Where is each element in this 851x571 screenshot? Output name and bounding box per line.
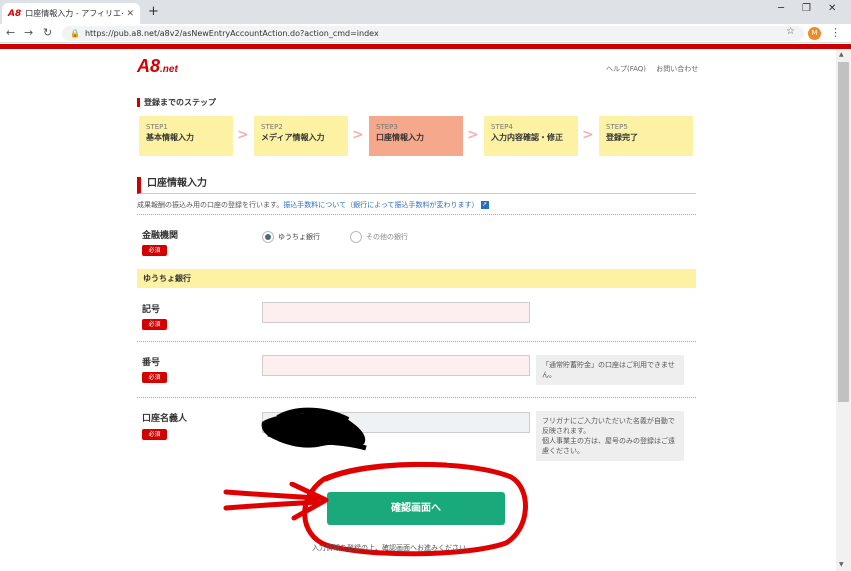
lock-icon: 🔒 (70, 29, 80, 38)
step-number: STEP3 (376, 123, 398, 131)
yucho-band: ゆうちょ銀行 (137, 269, 696, 288)
step-3: STEP3 口座情報入力 (369, 116, 463, 156)
required-badge: 必須 (142, 372, 167, 383)
meigi-label: 口座名義人 (142, 414, 188, 424)
step-label: 口座情報入力 (376, 133, 424, 142)
help-link[interactable]: ヘルプ(FAQ) (606, 65, 646, 73)
forward-icon[interactable]: → (24, 26, 33, 39)
step-arrow-icon: > (467, 127, 479, 143)
required-badge: 必須 (142, 429, 167, 440)
divider (137, 397, 696, 398)
new-tab-button[interactable]: + (148, 4, 159, 19)
step-5: STEP5 登録完了 (599, 116, 693, 156)
step-2: STEP2 メディア情報入力 (254, 116, 348, 156)
radio-other-label: その他の銀行 (366, 233, 408, 241)
section-description: 成果報酬の振込み用の口座の登録を行います。振込手数料について（銀行によって振込手… (137, 200, 489, 210)
url-text: https://pub.a8.net/a8v2/asNewEntryAccoun… (84, 29, 379, 38)
a8-logo[interactable]: A8.net (137, 56, 178, 77)
step-arrow-icon: > (582, 127, 594, 143)
step-arrow-icon: > (237, 127, 249, 143)
minimize-icon[interactable]: ─ (778, 3, 784, 14)
profile-avatar[interactable]: M (808, 27, 821, 40)
restore-icon[interactable]: ❐ (802, 3, 811, 14)
radio-unselected-icon (350, 231, 362, 243)
page-content: A8.net ヘルプ(FAQ) お問い合わせ 登録までのステップ STEP1 基… (0, 49, 836, 571)
external-link-icon[interactable]: ↗ (480, 201, 489, 209)
back-icon[interactable]: ← (6, 26, 15, 39)
divider (137, 214, 696, 215)
bangou-label: 番号 (142, 358, 161, 368)
menu-kebab-icon[interactable]: ⋮ (830, 26, 841, 39)
required-badge: 必須 (142, 319, 167, 330)
logo-main: A8 (137, 56, 161, 76)
bangou-input[interactable] (262, 355, 530, 376)
step-label: 入力内容確認・修正 (491, 133, 563, 142)
scroll-up-icon[interactable]: ▲ (839, 51, 844, 58)
step-4: STEP4 入力内容確認・修正 (484, 116, 578, 156)
bottom-note: 入力情報を登録の上、確認画面へお進みください。 (312, 544, 473, 552)
window-close-icon[interactable]: ✕ (828, 3, 836, 14)
browser-tab-bar: A8 口座情報入力 - アフィリエイトのA8. ✕ + ─ ❐ ✕ (0, 0, 851, 24)
a8-favicon-icon: A8 (8, 8, 22, 19)
redaction-scribble (261, 407, 367, 451)
step-arrow-icon: > (352, 127, 364, 143)
radio-yucho-label: ゆうちょ銀行 (278, 233, 320, 241)
kigou-label: 記号 (142, 305, 161, 315)
radio-selected-icon (262, 231, 274, 243)
required-badge: 必須 (142, 245, 167, 256)
step-label: 基本情報入力 (146, 133, 194, 142)
tab-close-icon[interactable]: ✕ (126, 9, 134, 19)
meigi-note: フリガナにご入力いただいた名義が自動で反映されます。 個人事業主の方は、屋号のみ… (536, 411, 684, 461)
bank-label: 金融機関 (142, 231, 179, 241)
step-number: STEP2 (261, 123, 283, 131)
step-label: メディア情報入力 (261, 133, 325, 142)
bookmark-star-icon[interactable]: ☆ (786, 26, 795, 37)
steps-heading: 登録までのステップ (137, 98, 216, 107)
header-links: ヘルプ(FAQ) お問い合わせ (606, 64, 706, 74)
radio-yucho[interactable]: ゆうちょ銀行 (262, 231, 320, 243)
url-field[interactable]: 🔒 https://pub.a8.net/a8v2/asNewEntryAcco… (62, 26, 804, 41)
tab-title: 口座情報入力 - アフィリエイトのA8. (25, 9, 123, 18)
scroll-down-icon[interactable]: ▼ (839, 561, 844, 568)
contact-link[interactable]: お問い合わせ (656, 65, 698, 73)
step-1: STEP1 基本情報入力 (139, 116, 233, 156)
divider (137, 341, 696, 342)
highlight-arrow (223, 482, 329, 521)
address-bar: ← → ↻ 🔒 https://pub.a8.net/a8v2/asNewEnt… (0, 24, 851, 43)
section-title: 口座情報入力 (137, 177, 696, 194)
step-number: STEP4 (491, 123, 513, 131)
desc-text: 成果報酬の振込み用の口座の登録を行います。 (137, 201, 284, 209)
kigou-input[interactable] (262, 302, 530, 323)
step-label: 登録完了 (606, 133, 638, 142)
fee-link[interactable]: 振込手数料について（銀行によって振込手数料が変わります） (283, 201, 478, 209)
radio-other[interactable]: その他の銀行 (350, 231, 408, 243)
scrollbar-thumb[interactable] (838, 62, 849, 402)
browser-tab[interactable]: A8 口座情報入力 - アフィリエイトのA8. ✕ (2, 3, 140, 24)
step-number: STEP1 (146, 123, 168, 131)
step-number: STEP5 (606, 123, 628, 131)
reload-icon[interactable]: ↻ (43, 26, 52, 39)
logo-sub: .net (160, 64, 178, 75)
bangou-note: 「通常貯蓄貯金」の口座はご利用できません。 (536, 355, 684, 385)
